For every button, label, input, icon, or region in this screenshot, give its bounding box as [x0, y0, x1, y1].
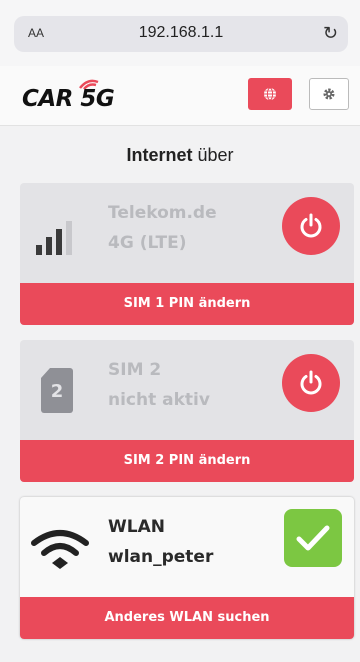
wlan-card: WLAN wlan_peter Anderes WLAN suchen [20, 497, 354, 639]
sim1-card: Telekom.de 4G (LTE) SIM 1 PIN ändern [20, 183, 354, 325]
wlan-label: WLAN [108, 517, 165, 537]
reload-icon[interactable]: ↻ [323, 23, 338, 44]
power-icon [300, 213, 322, 238]
wifi-icon [31, 530, 89, 569]
app-header: CAR 5G [0, 66, 360, 126]
sim1-change-pin-button[interactable]: SIM 1 PIN ändern [20, 283, 354, 325]
sim2-card: 2 SIM 2 nicht aktiv SIM 2 PIN ändern [20, 340, 354, 482]
search-other-wlan-button[interactable]: Anderes WLAN suchen [20, 597, 354, 639]
signal-bars-icon [36, 221, 72, 255]
globe-icon [264, 87, 276, 101]
title-rest: über [192, 145, 234, 165]
language-button[interactable] [248, 78, 292, 110]
sim1-network-type: 4G (LTE) [108, 233, 187, 253]
sim1-provider: Telekom.de [108, 203, 217, 223]
sim2-change-pin-button[interactable]: SIM 2 PIN ändern [20, 440, 354, 482]
power-icon [300, 370, 322, 395]
sim-card-icon: 2 [40, 366, 74, 414]
check-icon [296, 525, 330, 551]
browser-address-bar: AA 192.168.1.1 ↻ [0, 0, 360, 66]
logo-text: CAR 5G [22, 86, 115, 112]
title-bold: Internet [126, 145, 193, 165]
logo: CAR 5G [22, 79, 142, 112]
url-field[interactable]: AA 192.168.1.1 ↻ [14, 16, 348, 52]
sim2-power-button[interactable] [282, 354, 340, 412]
wlan-connected-button[interactable] [284, 509, 342, 567]
gear-icon [323, 88, 335, 100]
wlan-ssid: wlan_peter [108, 547, 214, 567]
sim1-power-button[interactable] [282, 197, 340, 255]
url-text[interactable]: 192.168.1.1 [14, 24, 348, 42]
sim2-name: SIM 2 [108, 360, 162, 380]
sim-number: 2 [50, 381, 64, 402]
page-title: Internet über [0, 145, 360, 166]
settings-button[interactable] [309, 78, 349, 110]
sim2-status: nicht aktiv [108, 390, 210, 410]
